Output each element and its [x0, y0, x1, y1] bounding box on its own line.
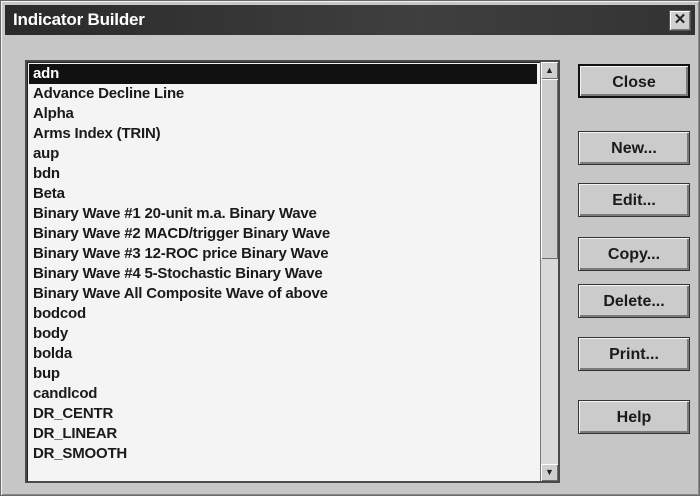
list-item[interactable]: Binary Wave #4 5-Stochastic Binary Wave: [29, 264, 537, 284]
scroll-up-icon[interactable]: ▲: [541, 62, 558, 79]
list-item[interactable]: bdn: [29, 164, 537, 184]
new-button[interactable]: New...: [578, 131, 690, 165]
close-icon[interactable]: ✕: [669, 10, 691, 31]
list-item[interactable]: body: [29, 324, 537, 344]
list-item[interactable]: Arms Index (TRIN): [29, 124, 537, 144]
close-button[interactable]: Close: [578, 64, 690, 98]
indicator-list-items: adn Advance Decline Line Alpha Arms Index (…: [29, 64, 537, 464]
list-item[interactable]: Binary Wave #2 MACD/trigger Binary Wave: [29, 224, 537, 244]
delete-button[interactable]: Delete...: [578, 284, 690, 318]
list-item[interactable]: Advance Decline Line: [29, 84, 537, 104]
scroll-down-icon[interactable]: ▼: [541, 464, 558, 481]
edit-button[interactable]: Edit...: [578, 183, 690, 217]
list-item[interactable]: DR_CENTR: [29, 404, 537, 424]
list-item[interactable]: DR_LINEAR: [29, 424, 537, 444]
scrollbar-thumb[interactable]: [541, 79, 558, 259]
list-item[interactable]: Binary Wave #1 20-unit m.a. Binary Wave: [29, 204, 537, 224]
title-bar: Indicator Builder ✕: [5, 5, 695, 35]
list-item[interactable]: Binary Wave All Composite Wave of above: [29, 284, 537, 304]
indicator-list[interactable]: adn Advance Decline Line Alpha Arms Index (…: [25, 60, 560, 483]
copy-button[interactable]: Copy...: [578, 237, 690, 271]
indicator-builder-dialog: Indicator Builder ✕ adn Advance Decline L…: [0, 0, 700, 496]
list-item[interactable]: adn: [29, 64, 537, 84]
print-button[interactable]: Print...: [578, 337, 690, 371]
help-button[interactable]: Help: [578, 400, 690, 434]
vertical-scrollbar[interactable]: ▲ ▼: [540, 62, 558, 481]
list-item[interactable]: aup: [29, 144, 537, 164]
window-title: Indicator Builder: [13, 10, 145, 29]
list-item[interactable]: bolda: [29, 344, 537, 364]
list-item[interactable]: bodcod: [29, 304, 537, 324]
list-item[interactable]: Binary Wave #3 12-ROC price Binary Wave: [29, 244, 537, 264]
list-item[interactable]: bup: [29, 364, 537, 384]
list-item[interactable]: candlcod: [29, 384, 537, 404]
list-item[interactable]: Beta: [29, 184, 537, 204]
list-item[interactable]: Alpha: [29, 104, 537, 124]
list-item[interactable]: DR_SMOOTH: [29, 444, 537, 464]
